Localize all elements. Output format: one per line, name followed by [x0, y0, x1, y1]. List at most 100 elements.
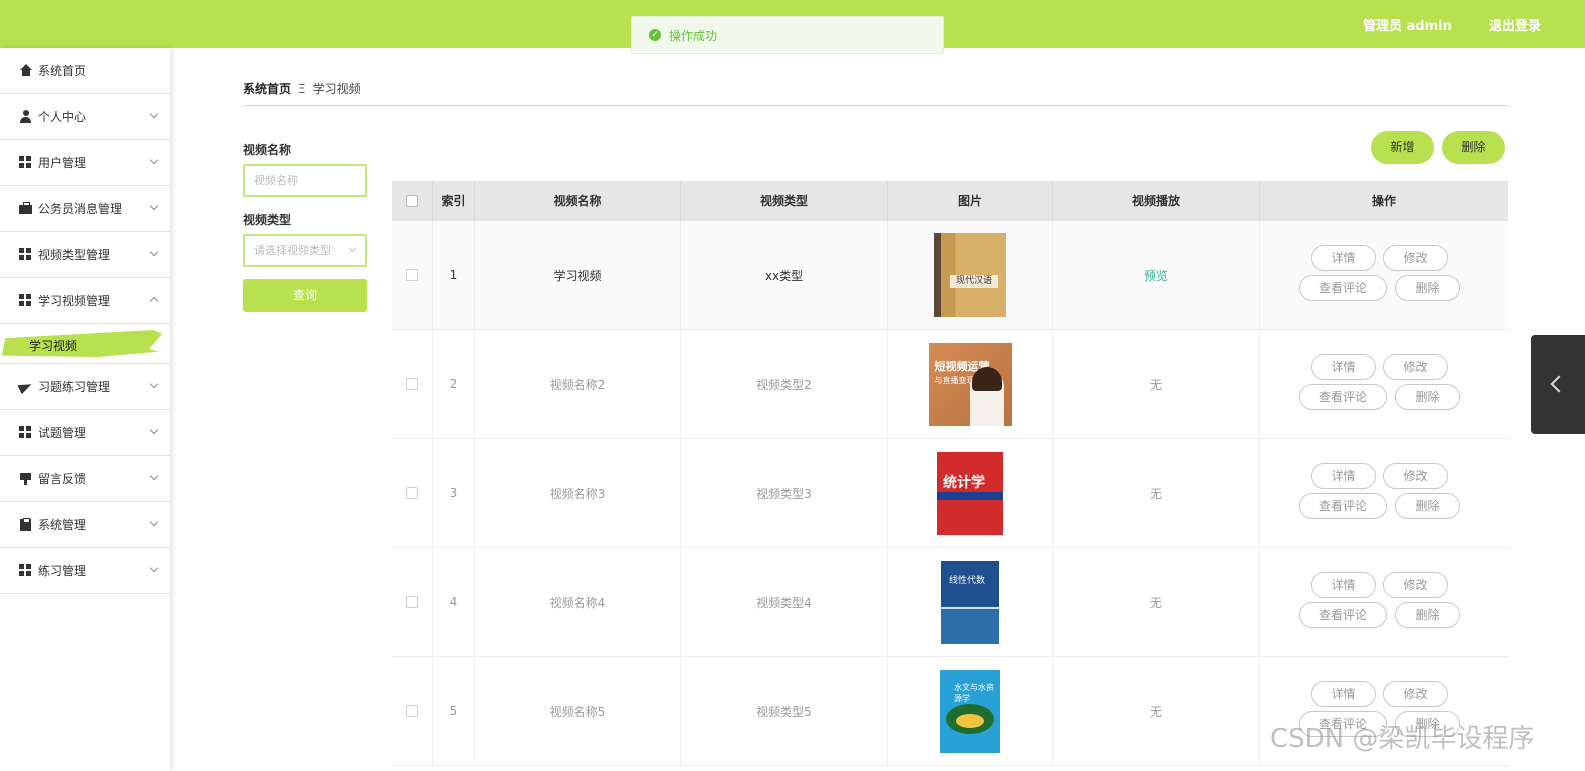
row-checkbox[interactable]: [406, 269, 418, 281]
admin-user-label: 管理员 admin: [1363, 19, 1452, 34]
row-delete-button[interactable]: 删除: [1395, 602, 1460, 628]
active-highlight: [2, 330, 162, 357]
sidebar-item-label: 练习管理: [38, 564, 87, 578]
breadcrumb-home[interactable]: 系统首页: [243, 82, 291, 96]
book-cover-image[interactable]: 短视频运营 与直播变现: [928, 342, 1012, 426]
row-image-cell: 短视频运营 与直播变现: [888, 330, 1053, 438]
table-row: 4 视频名称4 视频类型4 线性代数 无 详情 修改 查看评论 删除: [392, 548, 1508, 657]
row-checkbox-cell: [392, 439, 433, 547]
edit-button[interactable]: 修改: [1383, 245, 1448, 271]
row-image-cell: 水文与水资源学: [888, 657, 1053, 765]
delete-button[interactable]: 删除: [1442, 131, 1505, 164]
chevron-left-icon: [1550, 375, 1568, 393]
view-comments-button[interactable]: 查看评论: [1299, 493, 1387, 519]
message-icon: [19, 472, 32, 485]
edit-button[interactable]: 修改: [1383, 354, 1448, 380]
edit-button[interactable]: 修改: [1383, 572, 1448, 598]
sidebar-item-exercise-management[interactable]: 习题练习管理: [0, 364, 170, 410]
detail-button[interactable]: 详情: [1311, 463, 1376, 489]
book-cover-image[interactable]: 现代汉语: [934, 233, 1006, 317]
sidebar-item-video-type-management[interactable]: 视频类型管理: [0, 232, 170, 278]
sidebar-item-personal-center[interactable]: 个人中心: [0, 94, 170, 140]
grid-icon: [19, 248, 32, 261]
detail-button[interactable]: 详情: [1311, 681, 1376, 707]
table-row: 2 视频名称2 视频类型2 短视频运营 与直播变现 无 详情 修改 查看评论 删…: [392, 330, 1508, 439]
sidebar-item-label: 视频类型管理: [38, 248, 111, 262]
header-video-play: 视频播放: [1053, 181, 1260, 221]
chevron-down-icon: [149, 379, 159, 389]
row-operations: 详情 修改 查看评论 删除: [1260, 439, 1508, 547]
sidebar-subitem-label: 学习视频: [29, 339, 78, 353]
chevron-down-icon: [149, 425, 159, 435]
header-checkbox-cell: [392, 181, 433, 221]
row-checkbox[interactable]: [406, 705, 418, 717]
sidebar-subitem-study-video[interactable]: 学习视频: [0, 324, 170, 364]
detail-button[interactable]: 详情: [1311, 245, 1376, 271]
toast-message: 操作成功: [669, 28, 718, 43]
book-cover-image[interactable]: 统计学: [937, 451, 1003, 535]
sidebar-item-home[interactable]: 系统首页: [0, 48, 170, 94]
row-image-cell: 统计学: [888, 439, 1053, 547]
grid-icon: [19, 564, 32, 577]
select-all-checkbox[interactable]: [406, 195, 418, 207]
clipboard-icon: [19, 518, 32, 531]
video-name-input[interactable]: 视频名称: [243, 164, 367, 197]
chevron-down-icon: [149, 563, 159, 573]
row-delete-button[interactable]: 删除: [1395, 275, 1460, 301]
view-comments-button[interactable]: 查看评论: [1299, 384, 1387, 410]
search-button[interactable]: 查询: [243, 279, 367, 312]
user-icon: [19, 110, 32, 123]
row-play-cell: 无: [1053, 657, 1260, 765]
sidebar-item-study-video-management[interactable]: 学习视频管理: [0, 278, 170, 324]
book-cover-image[interactable]: 水文与水资源学: [940, 669, 1000, 753]
row-video-name: 视频名称5: [475, 657, 681, 765]
row-checkbox[interactable]: [406, 596, 418, 608]
header-index: 索引: [433, 181, 475, 221]
sidebar-item-practice-management[interactable]: 练习管理: [0, 548, 170, 594]
row-video-name: 视频名称3: [475, 439, 681, 547]
row-checkbox-cell: [392, 330, 433, 438]
view-comments-button[interactable]: 查看评论: [1299, 602, 1387, 628]
row-checkbox-cell: [392, 657, 433, 765]
logout-link[interactable]: 退出登录: [1489, 15, 1541, 34]
cover-illustration-detail: [956, 713, 984, 728]
cover-portrait-hair: [971, 366, 1002, 391]
chevron-down-icon: [149, 517, 159, 527]
paper-plane-icon: [19, 380, 32, 393]
chevron-down-icon: [149, 155, 159, 165]
grid-icon: [19, 156, 32, 169]
detail-button[interactable]: 详情: [1311, 572, 1376, 598]
book-cover-image[interactable]: 线性代数: [941, 560, 999, 644]
row-checkbox-cell: [392, 548, 433, 656]
preview-link[interactable]: 预览: [1144, 267, 1168, 284]
header-video-name: 视频名称: [475, 181, 681, 221]
row-checkbox[interactable]: [406, 487, 418, 499]
add-button[interactable]: 新增: [1371, 131, 1434, 164]
row-delete-button[interactable]: 删除: [1395, 493, 1460, 519]
side-panel-toggle[interactable]: [1531, 335, 1585, 434]
home-icon: [19, 64, 32, 77]
row-delete-button[interactable]: 删除: [1395, 384, 1460, 410]
view-comments-button[interactable]: 查看评论: [1299, 275, 1387, 301]
row-play-cell: 预览: [1053, 221, 1260, 329]
edit-button[interactable]: 修改: [1383, 463, 1448, 489]
row-operations: 详情 修改 查看评论 删除: [1260, 221, 1508, 329]
row-image-cell: 线性代数: [888, 548, 1053, 656]
sidebar-item-label: 用户管理: [38, 156, 87, 170]
sidebar-item-civil-servant-news[interactable]: 公务员消息管理: [0, 186, 170, 232]
row-checkbox[interactable]: [406, 378, 418, 390]
edit-button[interactable]: 修改: [1383, 681, 1448, 707]
sidebar-item-feedback[interactable]: 留言反馈: [0, 456, 170, 502]
detail-button[interactable]: 详情: [1311, 354, 1376, 380]
video-type-placeholder: 请选择视频类型: [254, 244, 331, 257]
success-toast: ✓ 操作成功: [631, 16, 944, 54]
row-index: 1: [433, 221, 475, 329]
row-index: 5: [433, 657, 475, 765]
sidebar-item-user-management[interactable]: 用户管理: [0, 140, 170, 186]
breadcrumb-separator: Ξ: [298, 82, 306, 96]
sidebar-item-system-management[interactable]: 系统管理: [0, 502, 170, 548]
briefcase-icon: [19, 202, 32, 215]
sidebar-item-question-management[interactable]: 试题管理: [0, 410, 170, 456]
sidebar: 系统首页 个人中心 用户管理 公务员消息管理 视频类型管理 学习视频管理 学习视…: [0, 48, 170, 771]
video-type-select[interactable]: 请选择视频类型: [243, 234, 367, 267]
